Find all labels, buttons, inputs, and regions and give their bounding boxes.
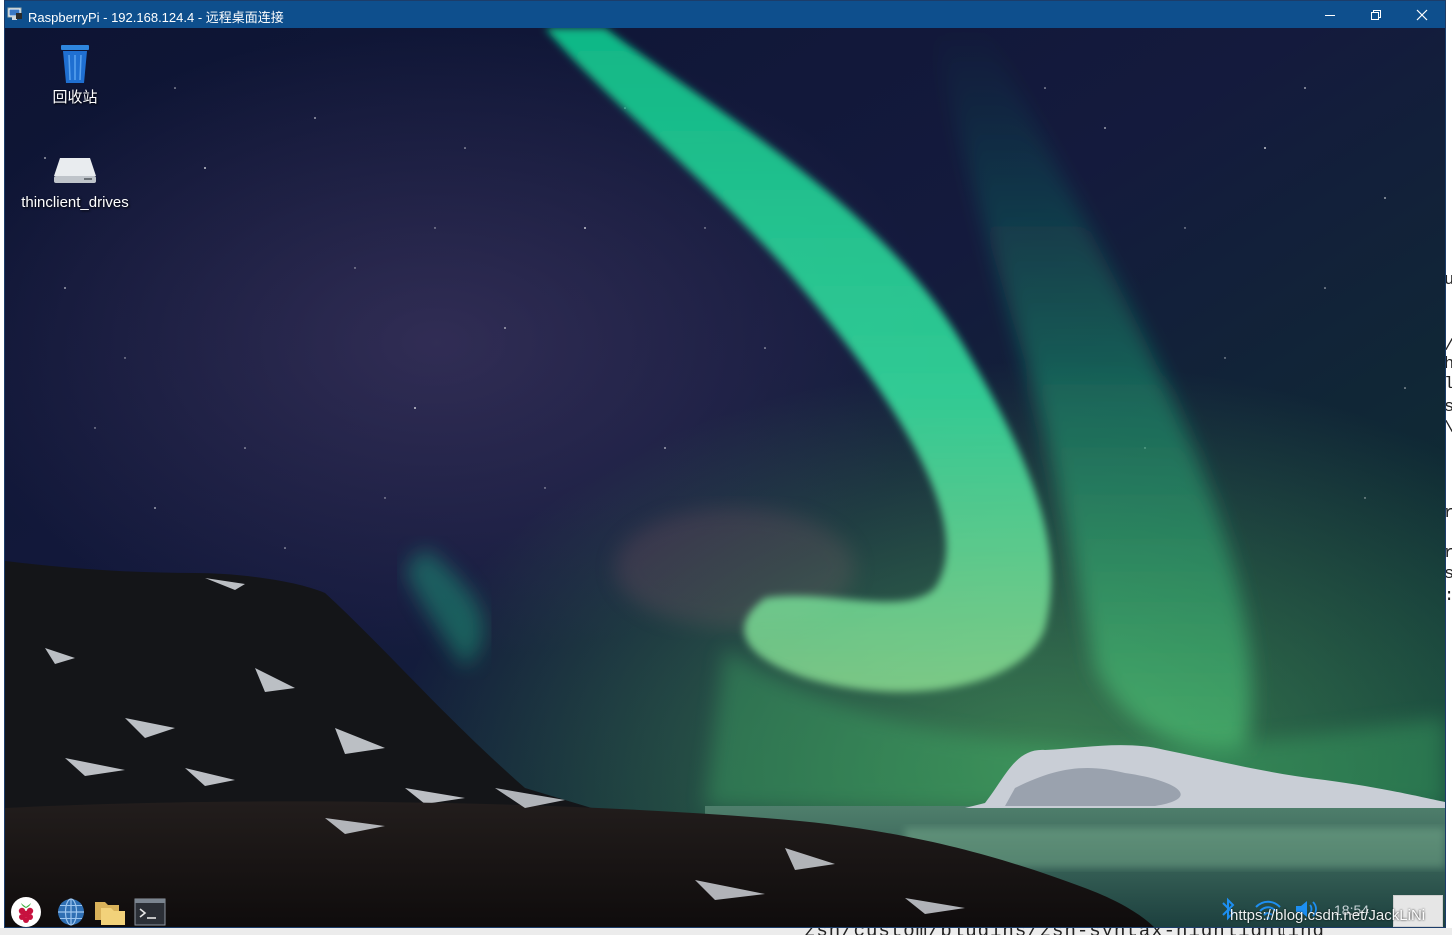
aurora-wallpaper xyxy=(5,28,1445,927)
close-button[interactable] xyxy=(1399,1,1445,28)
terminal-launcher[interactable] xyxy=(133,897,167,927)
window-title: RaspberryPi - 192.168.124.4 - 远程桌面连接 xyxy=(28,10,284,25)
csdn-watermark: https://blog.csdn.net/JackLiNi xyxy=(1230,907,1426,924)
minimize-button[interactable] xyxy=(1307,1,1353,28)
desktop-icon-thinclient-drives[interactable]: thinclient_drives xyxy=(15,154,135,211)
remote-desktop-app-icon xyxy=(7,7,22,20)
raspberry-menu-button[interactable] xyxy=(9,897,43,927)
remote-desktop[interactable]: 回收站 thinclient_drives 18:54 https://blog… xyxy=(5,28,1445,927)
minimize-icon xyxy=(1325,14,1335,16)
recycle-bin-icon xyxy=(61,45,89,83)
desktop-icon-label: 回收站 xyxy=(52,89,98,106)
terminal-icon xyxy=(134,898,166,926)
desktop-icon-recycle-bin[interactable]: 回收站 xyxy=(15,42,135,107)
drive-icon xyxy=(54,158,96,183)
remote-desktop-window: RaspberryPi - 192.168.124.4 - 远程桌面连接 回收站… xyxy=(4,0,1446,928)
web-browser-icon xyxy=(58,898,84,926)
window-titlebar[interactable]: RaspberryPi - 192.168.124.4 - 远程桌面连接 xyxy=(5,1,1445,28)
desktop-icon-label: thinclient_drives xyxy=(21,194,129,211)
raspberry-menu-icon xyxy=(11,897,41,927)
close-icon xyxy=(1416,9,1428,20)
restore-button[interactable] xyxy=(1353,1,1399,28)
file-manager-icon xyxy=(95,902,125,925)
web-browser-launcher[interactable] xyxy=(54,897,88,927)
restore-icon xyxy=(1371,9,1381,20)
file-manager-launcher[interactable] xyxy=(93,897,127,927)
